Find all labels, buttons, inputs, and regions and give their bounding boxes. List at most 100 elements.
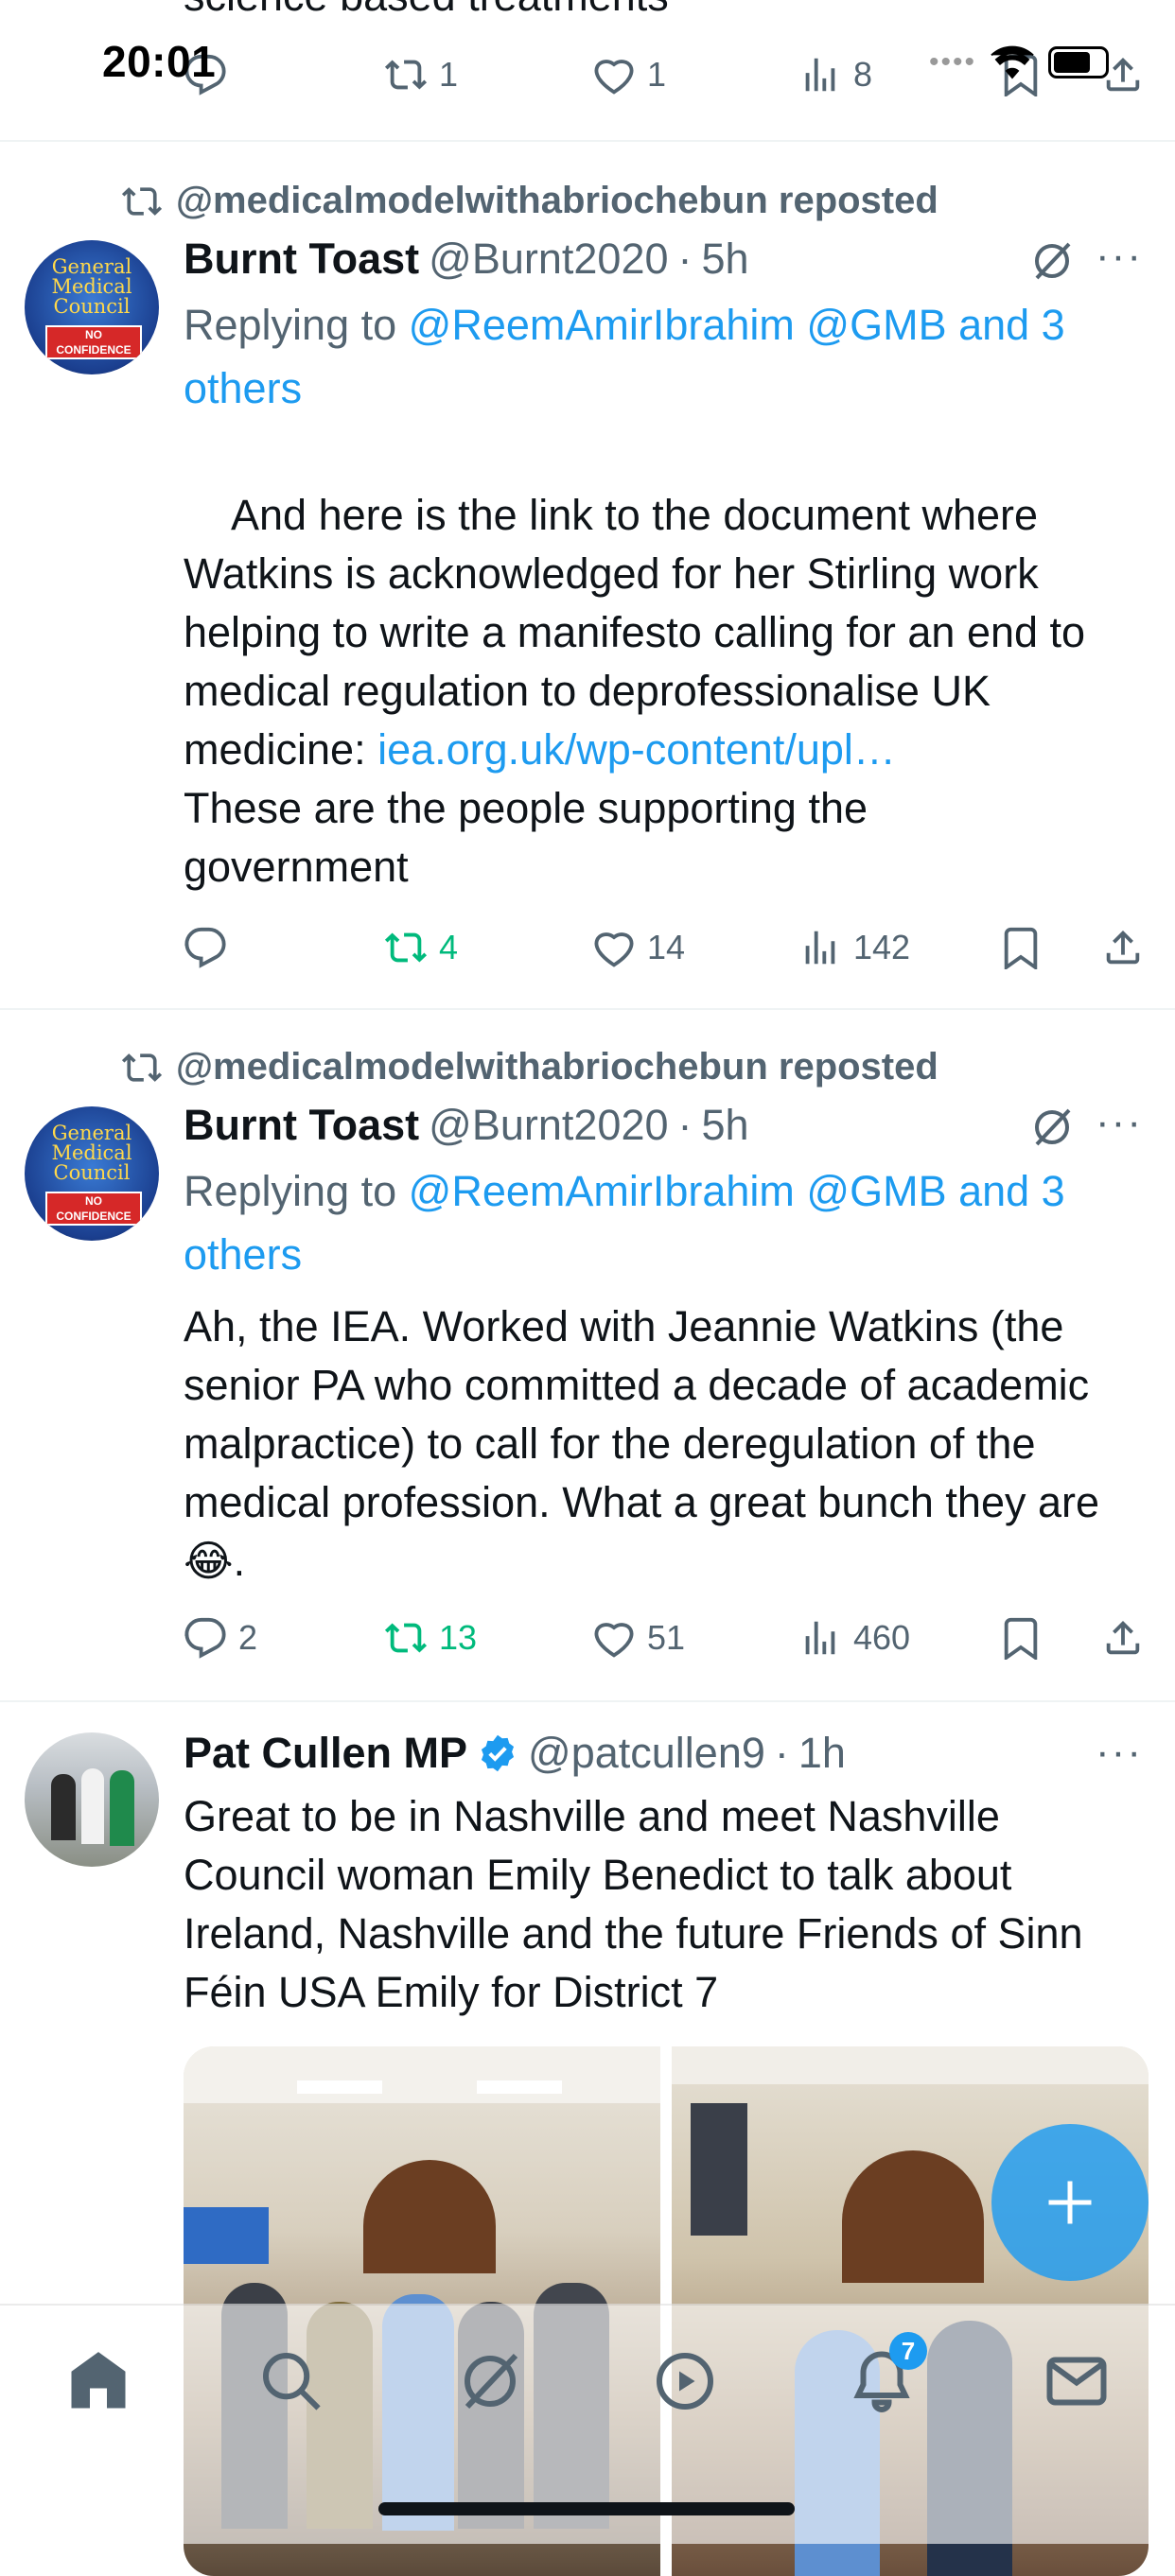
retweet-count: 4 xyxy=(439,928,459,966)
home-indicator xyxy=(378,2502,795,2515)
post-link[interactable]: iea.org.uk/wp-content/upl… xyxy=(377,725,896,774)
repost-icon xyxy=(121,1053,163,1082)
avatar-text-1: General xyxy=(51,1122,132,1144)
more-options-button[interactable]: ··· xyxy=(1096,1099,1143,1146)
views-icon xyxy=(805,58,835,92)
bookmark-button[interactable] xyxy=(999,1616,1043,1660)
views-count: 142 xyxy=(853,928,911,966)
views-count: 460 xyxy=(853,1618,911,1657)
retweet-button[interactable]: 4 xyxy=(384,926,458,969)
display-name[interactable]: Burnt Toast xyxy=(184,235,419,284)
post-2[interactable]: @medicalmodelwithabriochebun reposted Ge… xyxy=(0,1008,1175,1702)
dot-separator: · xyxy=(677,235,693,283)
repost-indicator: @medicalmodelwithabriochebun reposted xyxy=(121,180,938,222)
retweet-icon xyxy=(384,1623,428,1653)
dot-separator: · xyxy=(774,1729,789,1777)
search-icon[interactable] xyxy=(257,2347,325,2415)
reply-count: 2 xyxy=(238,1618,258,1657)
like-button[interactable]: 51 xyxy=(592,1616,685,1660)
reply-icon xyxy=(184,927,226,968)
avatar-text-1: General xyxy=(51,255,132,278)
retweet-count: 1 xyxy=(439,55,459,94)
avatar[interactable] xyxy=(25,1732,159,1867)
replying-label: Replying to xyxy=(184,1167,397,1215)
post-header: Burnt Toast @Burnt2020 · 5h xyxy=(184,235,749,284)
repost-label: @medicalmodelwithabriochebun reposted xyxy=(176,180,938,221)
post-body-continued: These are the people supporting the gove… xyxy=(184,784,880,891)
views-count: 8 xyxy=(853,55,873,94)
grok-icon[interactable] xyxy=(1029,1105,1075,1150)
post-body: And here is the link to the document whe… xyxy=(184,427,1149,838)
retweet-button[interactable]: 13 xyxy=(384,1616,477,1660)
timestamp[interactable]: 1h xyxy=(798,1729,846,1778)
display-name[interactable]: Pat Cullen MP xyxy=(184,1729,467,1778)
wifi-icon xyxy=(991,45,1034,79)
grok-icon[interactable] xyxy=(456,2347,524,2415)
bookmark-button[interactable] xyxy=(999,926,1043,969)
top-post-text: science based treatments xyxy=(184,0,669,21)
views-button[interactable]: 460 xyxy=(798,1616,910,1660)
avatar-text-2: Medical xyxy=(51,275,132,298)
post-header: Burnt Toast @Burnt2020 · 5h xyxy=(184,1101,749,1150)
like-count: 51 xyxy=(647,1618,686,1657)
compose-button[interactable] xyxy=(991,2124,1149,2281)
post-body: Great to be in Nashville and meet Nashvi… xyxy=(184,1792,1096,2016)
retweet-button[interactable]: 1 xyxy=(384,53,458,96)
share-icon xyxy=(1106,1620,1140,1655)
repost-indicator: @medicalmodelwithabriochebun reposted xyxy=(121,1046,938,1088)
share-button[interactable] xyxy=(1101,926,1145,969)
share-button[interactable] xyxy=(1101,1616,1145,1660)
views-icon xyxy=(805,1621,835,1655)
home-icon[interactable] xyxy=(64,2347,132,2415)
timestamp[interactable]: 5h xyxy=(702,235,749,284)
messages-icon[interactable] xyxy=(1043,2347,1111,2415)
verified-badge-icon xyxy=(481,1734,515,1772)
retweet-icon xyxy=(384,932,428,963)
display-name[interactable]: Burnt Toast xyxy=(184,1101,419,1150)
views-button[interactable]: 8 xyxy=(798,53,872,96)
battery-icon xyxy=(1048,46,1109,78)
handle[interactable]: @Burnt2020 xyxy=(429,1101,668,1150)
avatar-text-2: Medical xyxy=(51,1141,132,1164)
avatar-badge: NO CONFIDENCE xyxy=(45,325,142,359)
avatar[interactable]: General Medical Council NO CONFIDENCE xyxy=(25,1106,159,1241)
share-icon xyxy=(1106,930,1140,965)
video-icon[interactable] xyxy=(651,2347,719,2415)
handle[interactable]: @Burnt2020 xyxy=(429,235,668,284)
like-count: 14 xyxy=(647,928,686,966)
post-body: Ah, the IEA. Worked with Jeannie Watkins… xyxy=(184,1302,1112,1585)
dot-separator: · xyxy=(677,1101,693,1149)
plus-icon xyxy=(1048,2181,1092,2224)
post-actions: 4 14 142 xyxy=(184,919,1149,976)
retweet-count: 13 xyxy=(439,1618,478,1657)
signal-icon: •••• xyxy=(928,46,976,78)
replying-to: Replying to @ReemAmirIbrahim @GMB and 3 … xyxy=(184,1159,1130,1286)
avatar-text-3: Council xyxy=(53,295,131,318)
like-button[interactable]: 14 xyxy=(592,926,685,969)
like-button[interactable]: 1 xyxy=(592,53,666,96)
more-options-button[interactable]: ··· xyxy=(1096,1729,1143,1776)
handle[interactable]: @patcullen9 xyxy=(528,1729,765,1778)
avatar-text-3: Council xyxy=(53,1161,131,1184)
views-button[interactable]: 142 xyxy=(798,926,910,969)
retweet-icon xyxy=(384,60,428,90)
reply-button[interactable] xyxy=(184,926,238,969)
repost-icon xyxy=(121,186,163,216)
avatar[interactable]: General Medical Council NO CONFIDENCE xyxy=(25,240,159,374)
avatar-badge: NO CONFIDENCE xyxy=(45,1192,142,1226)
reply-button[interactable]: 2 xyxy=(184,1616,257,1660)
bookmark-icon xyxy=(1004,927,1038,969)
post-1[interactable]: @medicalmodelwithabriochebun reposted Ge… xyxy=(0,140,1175,1010)
heart-icon xyxy=(594,60,634,95)
replying-to: Replying to @ReemAmirIbrahim @GMB and 3 … xyxy=(184,293,1130,420)
notification-badge: 7 xyxy=(889,2332,927,2370)
more-options-button[interactable]: ··· xyxy=(1096,233,1143,280)
bookmark-icon xyxy=(1004,1617,1038,1660)
reply-icon xyxy=(184,1617,226,1659)
status-icons: •••• xyxy=(929,45,1109,79)
heart-icon xyxy=(594,1623,634,1658)
post-header: Pat Cullen MP @patcullen9 · 1h xyxy=(184,1729,846,1778)
grok-icon[interactable] xyxy=(1029,238,1075,284)
repost-label: @medicalmodelwithabriochebun reposted xyxy=(176,1046,938,1088)
timestamp[interactable]: 5h xyxy=(702,1101,749,1150)
